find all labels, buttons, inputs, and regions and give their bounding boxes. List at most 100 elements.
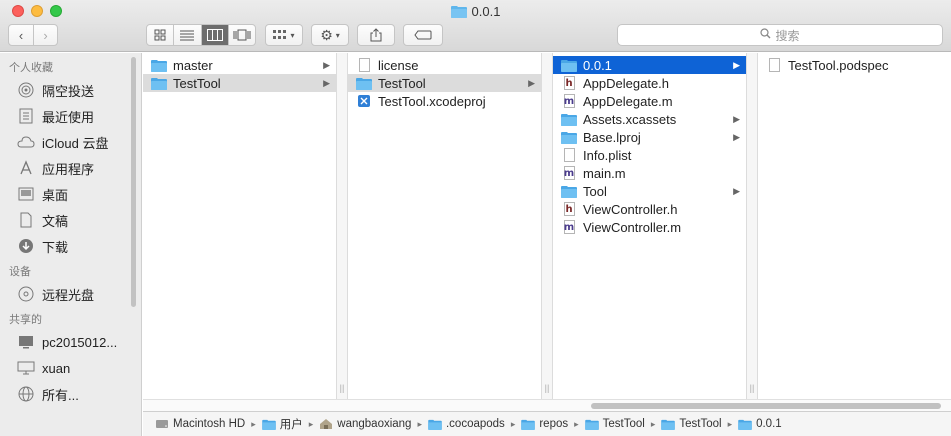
sidebar-item[interactable]: xuan xyxy=(0,355,141,381)
sidebar-item[interactable]: 应用程序 xyxy=(0,155,141,181)
folder-icon xyxy=(151,76,167,90)
folder-row[interactable]: TestTool ▶ xyxy=(348,74,541,92)
tag-button[interactable] xyxy=(403,24,443,46)
path-crumb[interactable]: 用户 xyxy=(261,416,303,432)
horizontal-scrollbar[interactable] xyxy=(143,399,951,411)
file-row[interactable]: h AppDelegate.h xyxy=(553,74,746,92)
disclosure-arrow-icon: ▶ xyxy=(528,77,535,88)
path-crumb[interactable]: repos xyxy=(521,418,568,430)
chevron-right-icon: ▸ xyxy=(650,418,656,429)
item-label: TestTool.xcodeproj xyxy=(378,93,486,109)
sidebar-item[interactable]: iCloud 云盘 xyxy=(0,129,141,155)
path-crumb[interactable]: TestTool xyxy=(661,418,722,430)
folder-row[interactable]: Tool ▶ xyxy=(553,182,746,200)
file-row[interactable]: license xyxy=(348,56,541,74)
file-row[interactable]: TestTool.podspec xyxy=(758,56,951,74)
folder-icon xyxy=(584,419,599,430)
cloud-icon xyxy=(17,133,35,151)
path-crumb[interactable]: .cocoapods xyxy=(428,418,505,430)
column-1: master ▶ TestTool ▶ xyxy=(143,53,337,399)
sidebar: 个人收藏隔空投送最近使用 iCloud 云盘 应用程序 桌面 文稿 下载设备远程光盘共享的… xyxy=(0,53,142,436)
column-resize-handle[interactable]: || xyxy=(747,53,758,399)
list-view-button[interactable] xyxy=(173,25,200,45)
sidebar-item[interactable]: 最近使用 xyxy=(0,103,141,129)
item-label: Tool xyxy=(583,183,607,199)
folder-row[interactable]: Base.lproj ▶ xyxy=(553,128,746,146)
chevron-left-icon: ‹ xyxy=(18,27,24,43)
coverflow-icon xyxy=(233,29,251,41)
chevron-right-icon: ▸ xyxy=(251,418,256,429)
scrollbar-thumb[interactable] xyxy=(591,403,941,409)
arrange-button[interactable]: ▾ xyxy=(265,24,303,46)
search-field[interactable]: 搜索 xyxy=(617,24,943,46)
path-crumb[interactable]: wangbaoxiang xyxy=(319,418,411,430)
disclosure-arrow-icon: ▶ xyxy=(733,113,740,124)
sidebar-item[interactable]: 远程光盘 xyxy=(0,281,141,307)
column-3: 0.0.1 ▶ h AppDelegate.h m AppDelegate.m Assets… xyxy=(553,53,747,399)
chevron-down-icon: ▾ xyxy=(290,30,295,40)
sidebar-item[interactable]: 桌面 xyxy=(0,181,141,207)
column-resize-handle[interactable]: || xyxy=(542,53,553,399)
path-crumb[interactable]: Macintosh HD xyxy=(155,418,245,430)
sidebar-item-label: 最近使用 xyxy=(42,109,95,125)
forward-button[interactable]: › xyxy=(32,25,57,45)
item-label: 0.0.1 xyxy=(583,57,612,73)
sidebar-item[interactable]: 文稿 xyxy=(0,207,141,233)
header-file-icon: h xyxy=(563,202,575,216)
item-label: TestTool.podspec xyxy=(788,57,889,73)
item-label: AppDelegate.h xyxy=(583,75,670,91)
folder-row[interactable]: 0.0.1 ▶ xyxy=(553,56,746,74)
share-button[interactable] xyxy=(357,24,395,46)
file-row[interactable]: Info.plist xyxy=(553,146,746,164)
column-resize-handle[interactable]: || xyxy=(337,53,348,399)
file-row[interactable]: TestTool.xcodeproj xyxy=(348,92,541,110)
disclosure-arrow-icon: ▶ xyxy=(323,59,330,70)
disclosure-arrow-icon: ▶ xyxy=(323,77,330,88)
sidebar-item-label: xuan xyxy=(42,360,71,376)
sidebar-item[interactable]: 所有... xyxy=(0,381,141,407)
icon-view-button[interactable] xyxy=(147,25,173,45)
back-button[interactable]: ‹ xyxy=(9,25,33,45)
folder-row[interactable]: TestTool ▶ xyxy=(143,74,336,92)
tag-icon xyxy=(414,30,432,40)
sidebar-scrollbar[interactable] xyxy=(131,57,136,307)
file-row[interactable]: m AppDelegate.m xyxy=(553,92,746,110)
folder-icon xyxy=(561,112,577,126)
column-2: license TestTool ▶ TestTool.xcodeproj xyxy=(348,53,542,399)
search-icon xyxy=(760,28,771,42)
item-label: Assets.xcassets xyxy=(583,111,677,127)
objc-file-icon: m xyxy=(563,220,575,234)
sidebar-section-header[interactable]: 共享的 xyxy=(0,311,141,329)
chevron-down-icon: ▾ xyxy=(335,30,340,40)
window-title: 0.0.1 xyxy=(0,4,951,21)
globe-icon xyxy=(17,385,35,403)
desktop-icon xyxy=(17,185,35,203)
sidebar-item-label: 远程光盘 xyxy=(42,287,95,303)
folder-row[interactable]: Assets.xcassets ▶ xyxy=(553,110,746,128)
sidebar-item[interactable]: pc2015012... xyxy=(0,329,141,355)
item-label: TestTool xyxy=(173,75,221,91)
column-4: TestTool.podspec xyxy=(758,53,951,399)
file-row[interactable]: h ViewController.h xyxy=(553,200,746,218)
header-file-icon: h xyxy=(563,76,575,90)
path-crumb-label: .cocoapods xyxy=(445,418,505,430)
folder-row[interactable]: master ▶ xyxy=(143,56,336,74)
sidebar-section-header[interactable]: 设备 xyxy=(0,263,141,281)
sidebar-item[interactable]: 隔空投送 xyxy=(0,77,141,103)
column-view-button[interactable] xyxy=(200,25,228,45)
sidebar-item-label: 隔空投送 xyxy=(42,83,95,99)
home-icon xyxy=(319,418,333,430)
item-label: license xyxy=(378,57,419,73)
action-button[interactable]: ⚙ ▾ xyxy=(311,24,349,46)
pc-icon xyxy=(17,333,35,351)
file-row[interactable]: m ViewController.m xyxy=(553,218,746,236)
gallery-view-button[interactable] xyxy=(227,25,255,45)
search-placeholder: 搜索 xyxy=(775,28,800,43)
item-label: main.m xyxy=(583,165,626,181)
sidebar-item[interactable]: 下载 xyxy=(0,233,141,259)
folder-icon xyxy=(450,5,467,21)
path-crumb[interactable]: TestTool xyxy=(584,418,645,430)
path-crumb[interactable]: 0.0.1 xyxy=(738,418,782,430)
file-row[interactable]: m main.m xyxy=(553,164,746,182)
sidebar-section-header[interactable]: 个人收藏 xyxy=(0,59,141,77)
